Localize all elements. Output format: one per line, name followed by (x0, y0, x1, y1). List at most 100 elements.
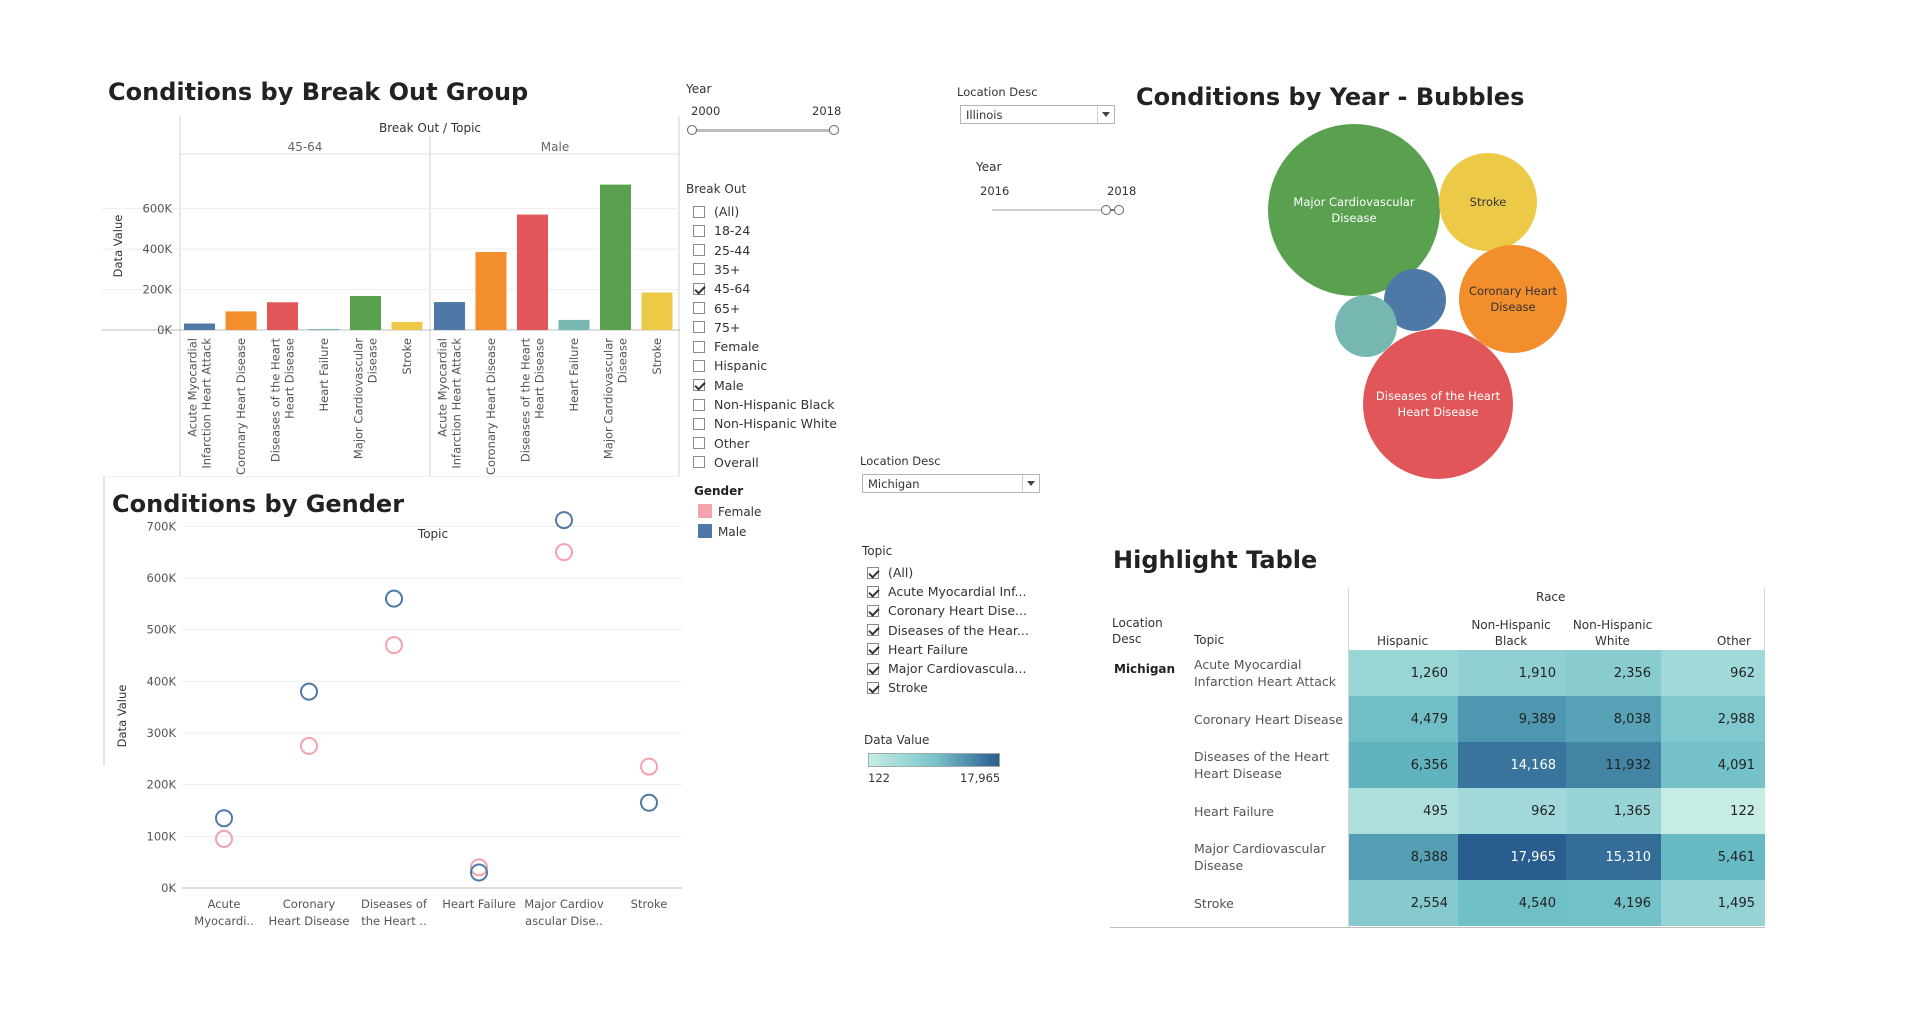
checklist-item[interactable]: 75+ (693, 318, 740, 337)
checklist-item[interactable]: Heart Failure (867, 640, 968, 659)
year-slider-track[interactable] (692, 129, 832, 132)
checklist-item[interactable]: 45-64 (693, 279, 750, 298)
checklist-item[interactable]: Acute Myocardial Inf... (867, 582, 1027, 601)
bar[interactable] (350, 295, 381, 330)
checkbox[interactable] (693, 263, 705, 276)
chevron-down-icon[interactable] (1022, 475, 1039, 492)
chevron-down-icon[interactable] (1097, 106, 1114, 123)
table-cell[interactable]: 9,389 (1458, 696, 1566, 742)
checkbox-checked[interactable] (867, 643, 879, 656)
checkbox-checked[interactable] (867, 624, 879, 637)
table-cell[interactable]: 1,495 (1661, 880, 1765, 926)
bar[interactable] (391, 321, 423, 330)
checkbox-checked[interactable] (867, 681, 879, 694)
checkbox[interactable] (693, 359, 705, 372)
bubble[interactable] (1335, 295, 1397, 357)
table-cell[interactable]: 17,965 (1458, 834, 1566, 880)
checklist-item[interactable]: Non-Hispanic Black (693, 395, 834, 414)
checkbox[interactable] (693, 417, 705, 430)
bar[interactable] (517, 214, 548, 330)
table-cell[interactable]: 8,388 (1349, 834, 1458, 880)
location-dropdown[interactable]: Illinois (960, 105, 1115, 124)
checklist-item[interactable]: (All) (867, 563, 913, 582)
table-cell[interactable]: 2,356 (1566, 650, 1661, 696)
table-cell[interactable]: 962 (1661, 650, 1765, 696)
table-cell[interactable]: 122 (1661, 788, 1765, 834)
table-cell[interactable]: 15,310 (1566, 834, 1661, 880)
checkbox[interactable] (693, 398, 705, 411)
bar[interactable] (267, 302, 298, 330)
checkbox-checked[interactable] (693, 282, 705, 295)
male-point[interactable] (385, 589, 403, 608)
checkbox[interactable] (693, 437, 705, 450)
checkbox-checked[interactable] (693, 379, 705, 392)
year-slider-max-handle[interactable] (1114, 205, 1124, 215)
table-cell[interactable]: 4,196 (1566, 880, 1661, 926)
checklist-item[interactable]: 65+ (693, 299, 740, 318)
table-cell[interactable]: 4,540 (1458, 880, 1566, 926)
year-slider-track[interactable] (992, 209, 1116, 211)
table-cell[interactable]: 1,365 (1566, 788, 1661, 834)
checkbox[interactable] (693, 205, 705, 218)
bar[interactable] (558, 319, 590, 330)
table-cell[interactable]: 11,932 (1566, 742, 1661, 788)
female-point[interactable] (640, 757, 658, 776)
female-point[interactable] (385, 636, 403, 655)
female-point[interactable] (300, 736, 318, 755)
table-cell[interactable]: 5,461 (1661, 834, 1765, 880)
table-cell[interactable]: 2,988 (1661, 696, 1765, 742)
checklist-item[interactable]: Stroke (867, 678, 928, 697)
checklist-item[interactable]: 25-44 (693, 241, 750, 260)
checklist-item[interactable]: (All) (693, 202, 739, 221)
table-cell[interactable]: 4,091 (1661, 742, 1765, 788)
checklist-item[interactable]: Female (693, 337, 759, 356)
checklist-item[interactable]: Hispanic (693, 356, 767, 375)
year-slider-min-handle[interactable] (1101, 205, 1111, 215)
location-dropdown[interactable]: Michigan (862, 474, 1040, 493)
table-cell[interactable]: 4,479 (1349, 696, 1458, 742)
female-point[interactable] (215, 829, 233, 848)
checkbox[interactable] (693, 321, 705, 334)
table-cell[interactable]: 14,168 (1458, 742, 1566, 788)
checkbox[interactable] (693, 302, 705, 314)
checklist-item[interactable]: Male (693, 376, 744, 395)
checklist-item[interactable]: Other (693, 434, 750, 453)
checkbox-checked[interactable] (867, 662, 879, 675)
year-slider-max-handle[interactable] (829, 125, 839, 135)
checkbox-checked[interactable] (867, 604, 879, 617)
female-legend-label[interactable]: Female (718, 505, 761, 519)
female-point[interactable] (555, 543, 573, 562)
table-cell[interactable]: 1,910 (1458, 650, 1566, 696)
table-cell[interactable]: 6,356 (1349, 742, 1458, 788)
checklist-item[interactable]: Non-Hispanic White (693, 414, 837, 433)
checkbox-checked[interactable] (867, 566, 879, 579)
table-cell[interactable]: 8,038 (1566, 696, 1661, 742)
checkbox-checked[interactable] (867, 585, 879, 598)
table-cell[interactable]: 1,260 (1349, 650, 1458, 696)
checklist-item[interactable]: Diseases of the Hear... (867, 621, 1029, 640)
bar[interactable] (184, 323, 215, 330)
male-point[interactable] (215, 809, 233, 828)
table-cell[interactable]: 495 (1349, 788, 1458, 834)
checkbox[interactable] (693, 224, 705, 237)
checklist-item[interactable]: 35+ (693, 260, 740, 279)
year-slider-min-handle[interactable] (687, 125, 697, 135)
checklist-item[interactable]: Overall (693, 453, 759, 472)
table-cell[interactable]: 962 (1458, 788, 1566, 834)
male-point[interactable] (300, 682, 318, 701)
checkbox[interactable] (693, 456, 705, 469)
bar[interactable] (475, 252, 507, 330)
checklist-item[interactable]: 18-24 (693, 221, 750, 240)
checkbox[interactable] (693, 340, 705, 353)
male-point[interactable] (640, 793, 658, 812)
bar[interactable] (600, 184, 631, 330)
bar[interactable] (434, 302, 465, 330)
checklist-item[interactable]: Coronary Heart Dise... (867, 601, 1027, 620)
male-legend-label[interactable]: Male (718, 525, 746, 539)
checkbox[interactable] (693, 244, 705, 257)
bar[interactable] (225, 311, 257, 330)
male-point[interactable] (555, 511, 573, 530)
bubble[interactable] (1363, 329, 1513, 479)
bar[interactable] (641, 292, 673, 330)
table-cell[interactable]: 2,554 (1349, 880, 1458, 926)
